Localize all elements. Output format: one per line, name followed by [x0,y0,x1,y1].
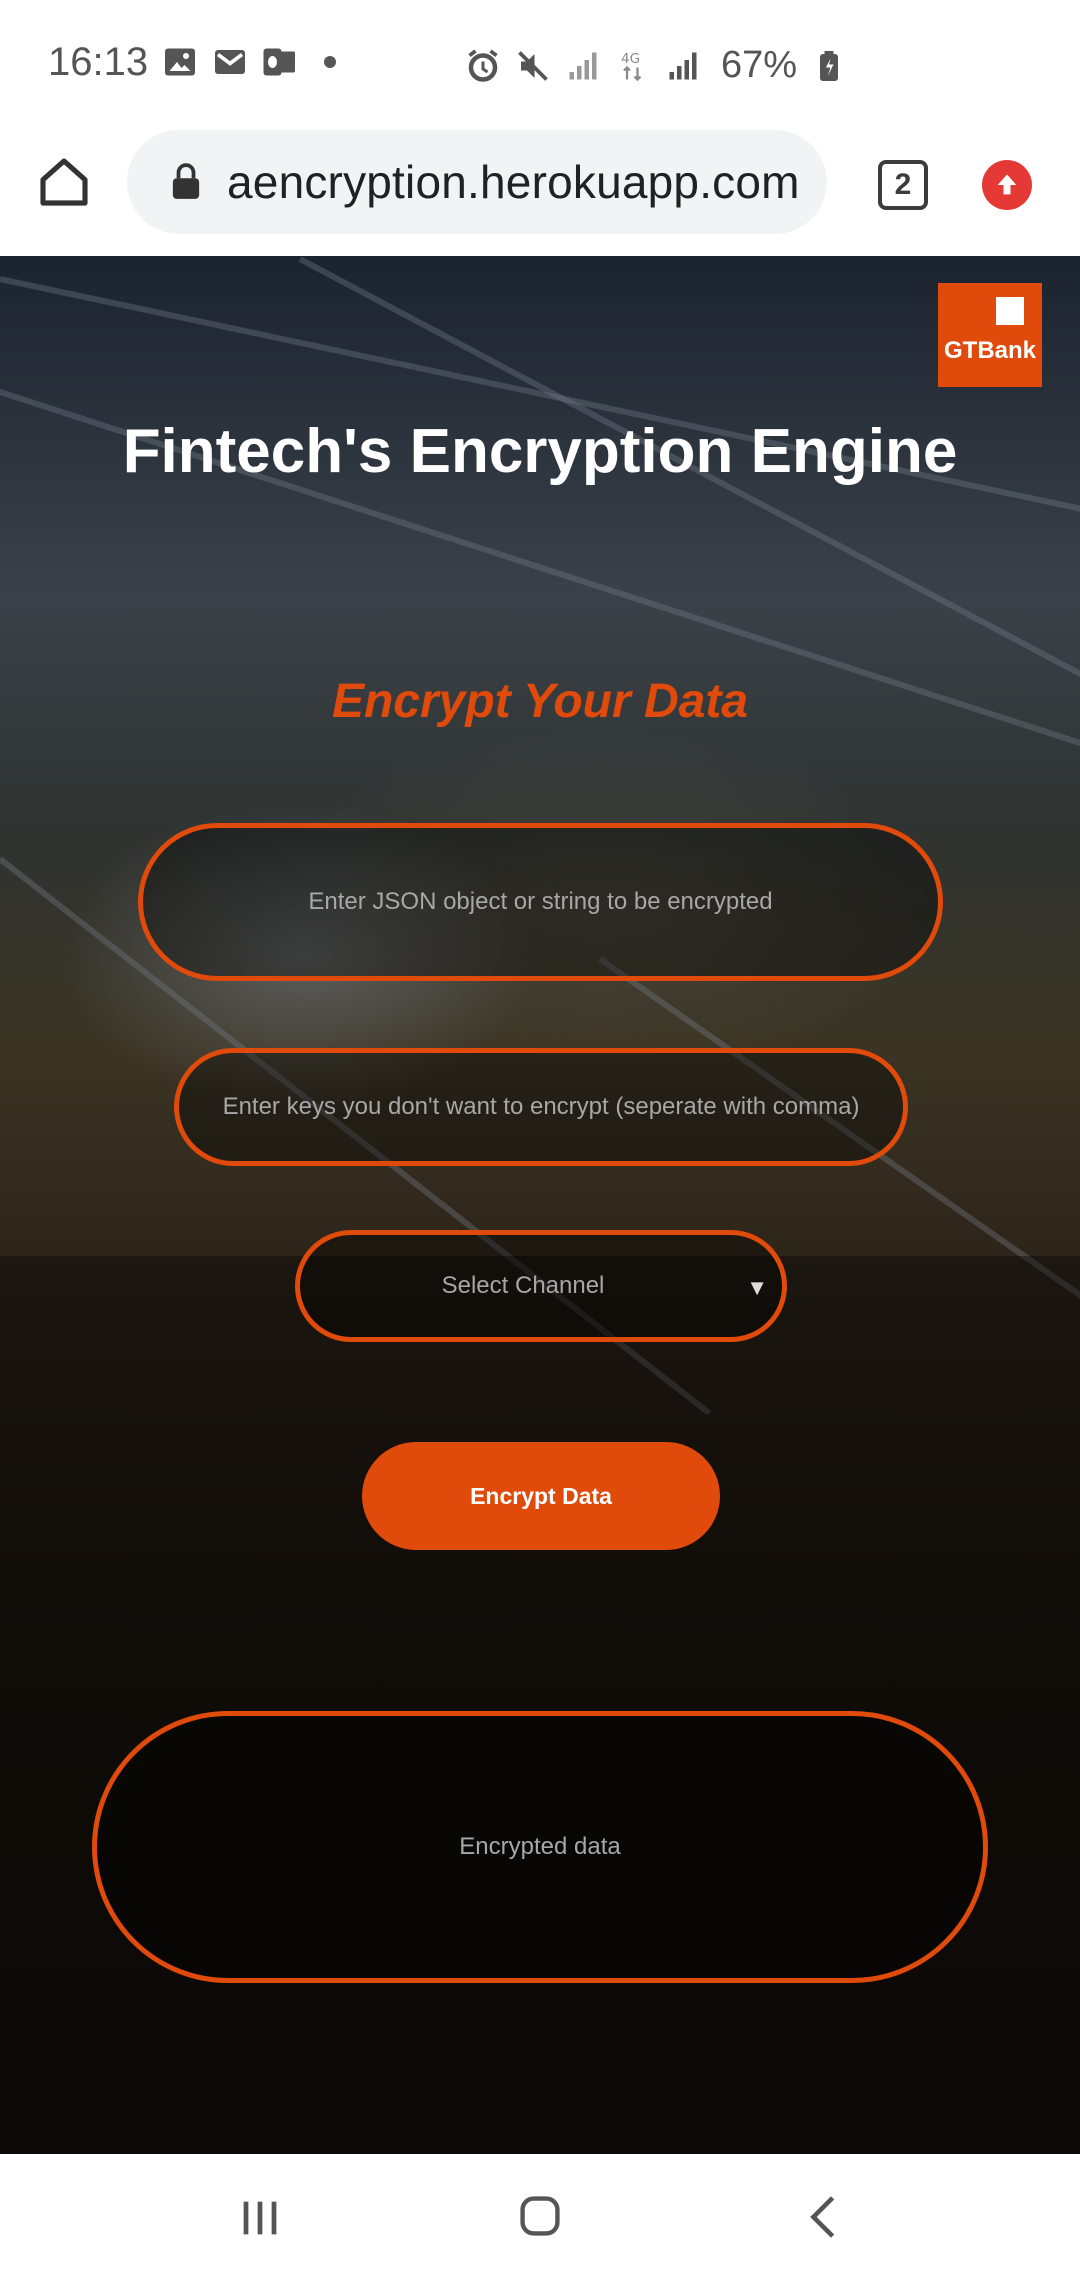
excluded-keys-placeholder: Enter keys you don't want to encrypt (se… [222,1093,860,1120]
status-bar: 16:13 4G 67% [0,0,1080,130]
dot-icon [324,56,336,68]
back-icon[interactable] [808,2194,838,2240]
gtbank-logo: GTBank [938,283,1042,387]
home-nav-icon[interactable] [518,2194,562,2238]
outlook-icon [263,48,295,76]
arrow-up-icon [997,174,1017,195]
channel-select[interactable]: Select Channel ▼ [295,1230,787,1342]
signal-icon [569,52,597,79]
encrypt-data-button[interactable]: Encrypt Data [362,1442,720,1550]
battery-percent: 67% [721,44,798,86]
logo-text: GTBank [943,337,1036,364]
recent-apps-icon[interactable] [238,2198,282,2238]
4g-data-icon: 4G [621,51,642,81]
svg-text:4G: 4G [621,51,640,67]
background-beam [0,276,1080,532]
logo-square [996,297,1024,325]
update-button[interactable] [982,160,1032,210]
tab-switcher-button[interactable]: 2 [878,160,928,210]
web-page: GTBank Fintech's Encryption Engine Encry… [0,256,1080,2154]
url-text: aencryption.herokuapp.com [227,156,800,208]
encrypted-output[interactable]: Encrypted data [92,1711,988,1983]
page-title: Fintech's Encryption Engine [122,417,958,486]
notification-icons [162,44,348,80]
battery-icon [820,50,839,81]
status-time: 16:13 [48,40,149,84]
browser-toolbar: aencryption.herokuapp.com 2 [0,130,1080,256]
background-shade [0,1256,1080,2154]
lock-icon [172,163,200,199]
dropdown-arrow-icon: ▼ [746,1275,768,1300]
gmail-icon [215,50,245,74]
signal-icon [669,52,697,79]
system-status-icons: 4G 67% [465,44,847,87]
system-navigation-bar [0,2154,1080,2280]
alarm-icon [468,49,498,82]
address-bar[interactable]: aencryption.herokuapp.com [127,130,827,234]
mute-icon [518,50,548,81]
section-title: Encrypt Your Data [331,675,749,728]
gallery-icon [165,48,195,76]
json-input[interactable]: Enter JSON object or string to be encryp… [138,823,943,981]
home-icon[interactable] [36,154,92,210]
json-input-placeholder: Enter JSON object or string to be encryp… [308,888,773,915]
excluded-keys-input[interactable]: Enter keys you don't want to encrypt (se… [174,1048,908,1166]
encrypted-output-placeholder: Encrypted data [459,1833,621,1860]
channel-select-label: Select Channel [441,1272,605,1299]
